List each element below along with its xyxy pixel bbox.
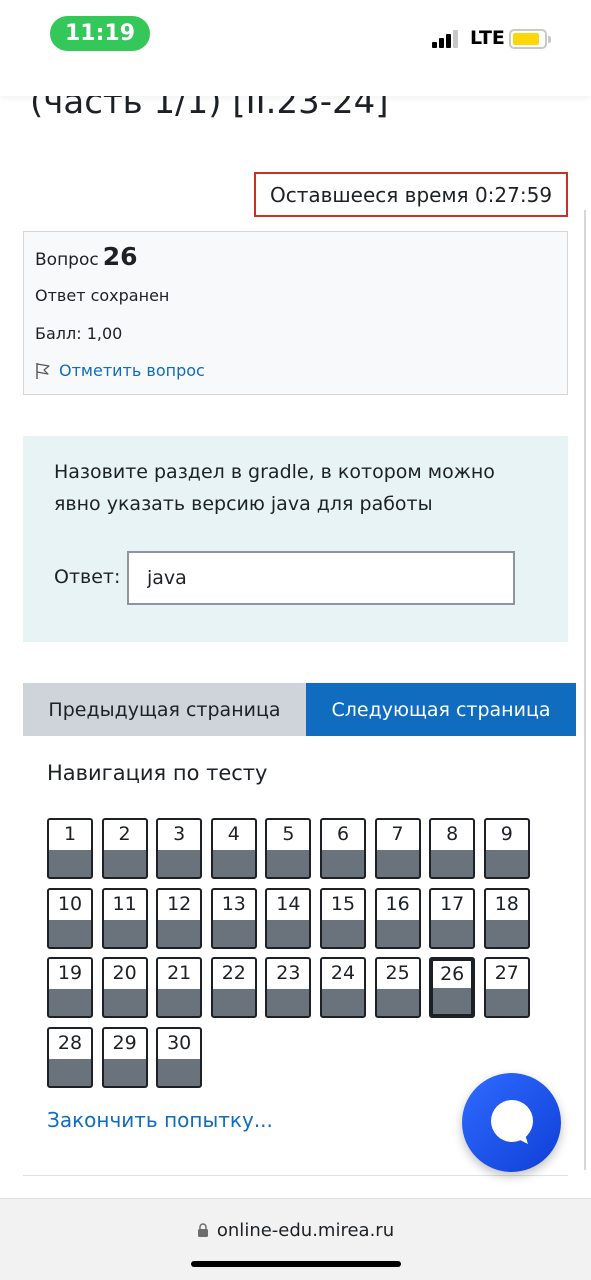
chat-bubble-icon [490,1099,533,1144]
quiz-nav-button[interactable]: 29 [101,1026,148,1088]
network-type: LTE [470,27,505,49]
quiz-nav-number: 23 [267,959,310,989]
quiz-nav-button[interactable]: 8 [429,818,476,879]
quiz-nav-number: 27 [485,959,528,989]
quiz-nav-number: 5 [267,820,310,850]
quiz-nav-button[interactable]: 30 [156,1026,203,1088]
quiz-nav-number: 7 [376,820,419,850]
quiz-nav-number: 14 [267,889,310,920]
home-indicator [191,1261,401,1267]
question-info: Вопрос 26 Ответ сохранен Балл: 1,00 Отмет… [23,231,568,395]
address-bar[interactable]: online-edu.mirea.ru [0,1220,591,1241]
question-number: Вопрос 26 [35,242,138,271]
lock-icon [197,1223,208,1237]
quiz-nav-number: 12 [158,889,201,920]
quiz-nav-number: 8 [431,820,474,850]
quiz-nav-number: 4 [212,820,255,850]
quiz-nav-button[interactable]: 4 [210,818,257,879]
quiz-nav-number: 10 [49,889,91,920]
status-bar: 11:19 LTE [0,0,591,96]
quiz-nav-button[interactable]: 17 [429,887,476,949]
quiz-nav-number: 16 [376,889,419,920]
quiz-nav-button[interactable]: 20 [101,957,148,1018]
quiz-nav-button[interactable]: 16 [374,887,421,949]
quiz-nav-number: 3 [158,820,201,850]
quiz-nav-number: 21 [158,959,201,989]
quiz-nav-button[interactable]: 28 [47,1026,93,1088]
quiz-nav-number: 2 [103,820,146,850]
finish-attempt-link[interactable]: Закончить попытку... [47,1108,273,1132]
quiz-nav-button[interactable]: 27 [483,957,530,1018]
quiz-nav-button[interactable]: 24 [320,957,366,1018]
question-text: Назовите раздел в gradle, в котором можн… [54,461,495,515]
quiz-nav-number: 17 [431,889,474,920]
quiz-nav-button[interactable]: 15 [320,887,366,949]
quiz-timer: Оставшееся время 0:27:59 [254,172,568,217]
quiz-nav-button[interactable]: 22 [210,957,257,1018]
quiz-nav-button[interactable]: 23 [265,957,312,1018]
next-page-button[interactable]: Следующая страница [306,683,576,736]
quiz-nav-button[interactable]: 12 [156,887,203,949]
quiz-nav-number: 25 [376,959,419,989]
quiz-nav-number: 26 [433,961,472,988]
quiz-nav-button[interactable]: 9 [483,818,530,879]
browser-bar: online-edu.mirea.ru [0,1198,591,1280]
clock: 11:19 [50,16,150,51]
quiz-nav-button[interactable]: 6 [320,818,366,879]
question-grade: Балл: 1,00 [35,324,123,343]
quiz-nav-number: 13 [212,889,255,920]
flag-icon [36,362,50,379]
quiz-nav-button[interactable]: 7 [374,818,421,879]
quiz-nav-title: Навигация по тесту [47,761,268,785]
quiz-nav-button[interactable]: 13 [210,887,257,949]
quiz-nav-number: 18 [485,889,528,920]
quiz-nav-number: 30 [158,1028,201,1059]
quiz-nav-button[interactable]: 25 [374,957,421,1018]
quiz-nav-number: 11 [103,889,146,920]
quiz-nav-button[interactable]: 10 [47,887,93,949]
quiz-nav-number: 15 [322,889,364,920]
cellular-signal-icon [432,30,462,48]
url-text: online-edu.mirea.ru [216,1220,395,1241]
answer-label: Ответ: [54,566,121,588]
quiz-nav-button[interactable]: 3 [156,818,203,879]
battery-icon [509,29,551,49]
quiz-nav-button[interactable]: 21 [156,957,203,1018]
question-content: Назовите раздел в gradle, в котором можн… [23,436,568,642]
quiz-nav-button[interactable]: 14 [265,887,312,949]
quiz-nav-button[interactable]: 11 [101,887,148,949]
quiz-nav-number: 6 [322,820,364,850]
quiz-nav-button[interactable]: 18 [483,887,530,949]
divider [23,1175,568,1176]
quiz-nav-number: 24 [322,959,364,989]
quiz-nav-number: 22 [212,959,255,989]
page-nav-buttons: Предыдущая страница Следующая страница [23,683,576,736]
scrollbar[interactable] [584,210,586,1170]
quiz-nav-number: 29 [103,1028,146,1059]
quiz-nav-number: 1 [49,820,91,850]
quiz-nav-number: 9 [485,820,528,850]
quiz-nav-number: 19 [49,959,91,989]
quiz-nav-button[interactable]: 2 [101,818,148,879]
flag-question-link[interactable]: Отметить вопрос [35,361,205,380]
quiz-nav-button[interactable]: 26 [429,957,476,1018]
previous-page-button[interactable]: Предыдущая страница [23,683,306,736]
answer-input[interactable] [127,551,515,605]
quiz-nav-button[interactable]: 1 [47,818,93,879]
quiz-nav-number: 20 [103,959,146,989]
chat-button[interactable] [462,1073,561,1172]
quiz-nav-button[interactable]: 5 [265,818,312,879]
quiz-nav-button[interactable]: 19 [47,957,93,1018]
quiz-nav-number: 28 [49,1028,91,1059]
question-state: Ответ сохранен [35,286,170,305]
